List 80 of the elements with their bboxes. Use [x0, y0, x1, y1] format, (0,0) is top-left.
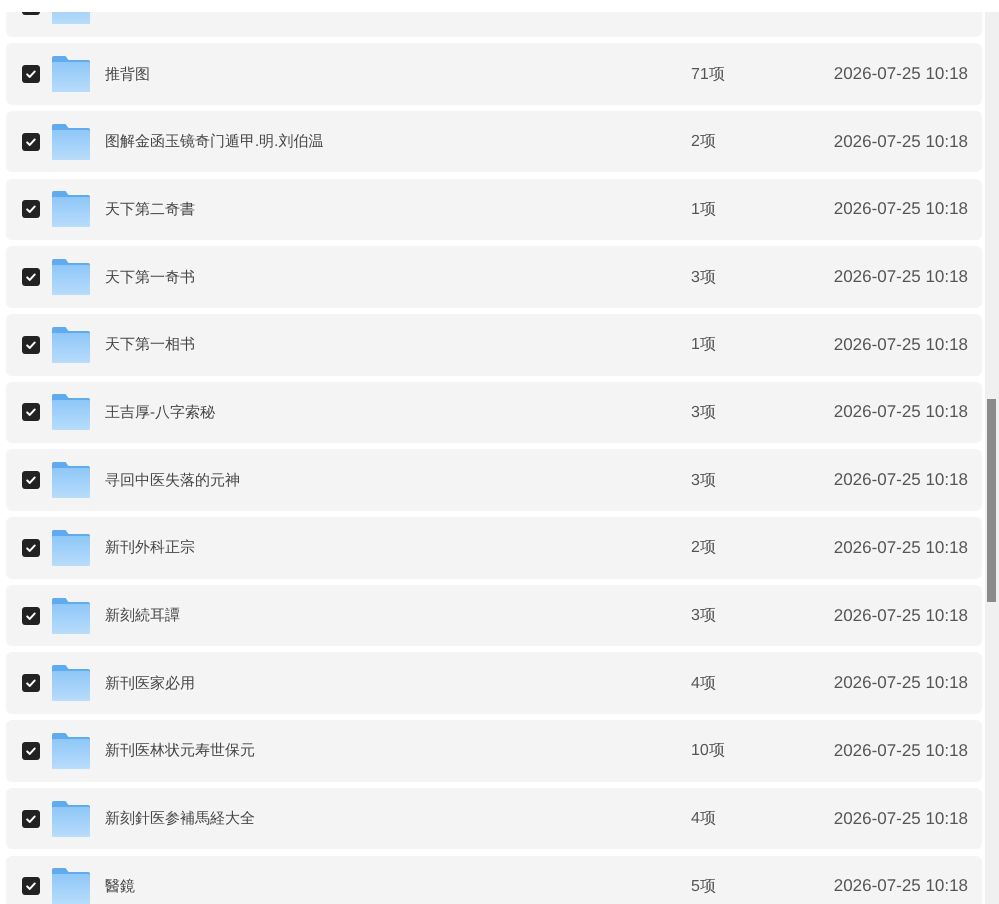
file-name: 醫鏡: [105, 876, 136, 896]
item-count: 1项: [691, 335, 717, 356]
file-row[interactable]: 新刻針医参補馬経大全 4项 2026-07-25 10:18: [6, 788, 982, 850]
file-row[interactable]: 新刻続耳譚 3项 2026-07-25 10:18: [6, 584, 982, 646]
file-row[interactable]: 寻回中医失落的元神 3项 2026-07-25 10:18: [6, 449, 982, 511]
file-name: 新刊医林状元寿世保元: [105, 741, 256, 760]
file-row[interactable]: 醫鏡 5项 2026-07-25 10:18: [6, 856, 982, 904]
item-count: 3项: [691, 606, 717, 626]
folder-icon: [52, 732, 90, 769]
file-row[interactable]: 新刊医家必用 4项 2026-07-25 10:18: [6, 652, 982, 714]
checkbox[interactable]: [22, 132, 40, 151]
checkbox[interactable]: [22, 742, 40, 760]
checkbox[interactable]: [22, 336, 40, 354]
item-count: 3项: [691, 402, 717, 423]
modified-date: 2026-07-25 10:18: [834, 199, 968, 220]
scrollbar-track[interactable]: [985, 12, 999, 904]
checkbox[interactable]: [22, 877, 40, 896]
modified-date: 2026-07-25 10:18: [834, 808, 968, 829]
file-name: 推背图: [105, 64, 151, 84]
item-count: 2项: [691, 132, 717, 152]
modified-date: 2026-07-25 10:18: [834, 132, 968, 152]
file-row[interactable]: 王吉厚-八字索秘 3项 2026-07-25 10:18: [6, 382, 982, 444]
checkbox[interactable]: [22, 268, 40, 286]
file-row[interactable]: 天下第二奇書 1项 2026-07-25 10:18: [6, 178, 982, 240]
file-row[interactable]: 天下第一奇书 3项 2026-07-25 10:18: [6, 246, 982, 308]
file-name: 王吉厚-八字索秘: [105, 402, 216, 422]
modified-date: 2026-07-25 10:18: [834, 402, 968, 422]
folder-icon: [52, 191, 90, 228]
modified-date: 2026-07-25 10:18: [834, 876, 968, 896]
modified-date: 2026-07-25 10:18: [834, 538, 968, 558]
file-name: 图解金函玉镜奇门遁甲.明.刘伯温: [105, 132, 324, 152]
file-row[interactable]: 推背图 71项 2026-07-25 10:18: [6, 43, 982, 105]
modified-date: 2026-07-25 10:18: [834, 334, 968, 355]
file-name: 寻回中医失落的元神: [105, 470, 241, 490]
folder-icon: [52, 394, 90, 430]
item-count: 4项: [691, 674, 717, 694]
file-row[interactable]: 图解金函玉镜奇门遁甲.明.刘伯温 2项 2026-07-25 10:18: [6, 110, 982, 172]
checkbox[interactable]: [22, 200, 40, 218]
modified-date: 2026-07-25 10:18: [834, 470, 968, 490]
modified-date: 2026-07-25 10:18: [834, 64, 968, 84]
item-count: 71项: [691, 64, 726, 85]
file-row[interactable]: 新刊外科正宗 2项 2026-07-25 10:18: [6, 517, 982, 579]
modified-date: 2026-07-25 10:18: [834, 673, 968, 694]
item-count: 4项: [691, 809, 717, 830]
checkbox[interactable]: [22, 674, 40, 692]
folder-icon: [52, 800, 90, 837]
checkbox[interactable]: [22, 810, 40, 828]
file-name: 新刊医家必用: [105, 674, 196, 693]
file-name: 天下第一相书: [105, 335, 196, 354]
folder-icon: [52, 259, 90, 296]
checkbox[interactable]: [22, 606, 40, 625]
checkbox[interactable]: [22, 538, 40, 557]
file-name: 新刻続耳譚: [105, 606, 181, 626]
item-count: 3项: [691, 470, 717, 491]
modified-date: 2026-07-25 10:18: [834, 267, 968, 288]
folder-icon: [52, 868, 90, 904]
item-count: 5项: [691, 876, 717, 897]
folder-icon: [52, 665, 90, 702]
checkbox[interactable]: [22, 471, 40, 490]
item-count: 3项: [691, 268, 717, 288]
item-count: 1项: [691, 200, 717, 220]
folder-icon: [52, 124, 90, 160]
folder-icon: [52, 598, 90, 634]
folder-icon: [52, 326, 90, 363]
item-count: 10项: [691, 741, 726, 762]
file-row[interactable]: 天下第一相书 1项 2026-07-25 10:18: [6, 314, 982, 376]
folder-icon: [52, 56, 90, 92]
item-count: 2项: [691, 538, 717, 558]
modified-date: 2026-07-25 10:18: [834, 740, 968, 761]
file-name: 天下第一奇书: [105, 268, 196, 287]
checkbox[interactable]: [22, 403, 40, 422]
file-name: 新刊外科正宗: [105, 538, 196, 558]
modified-date: 2026-07-25 10:18: [834, 606, 968, 626]
scrollbar-thumb[interactable]: [987, 399, 996, 602]
folder-icon: [52, 462, 90, 498]
file-row[interactable]: 新刊医林状元寿世保元 10项 2026-07-25 10:18: [6, 720, 982, 782]
checkbox[interactable]: [22, 65, 40, 84]
file-name: 天下第二奇書: [105, 200, 196, 219]
folder-icon: [52, 530, 90, 566]
file-name: 新刻針医参補馬経大全: [105, 809, 256, 828]
